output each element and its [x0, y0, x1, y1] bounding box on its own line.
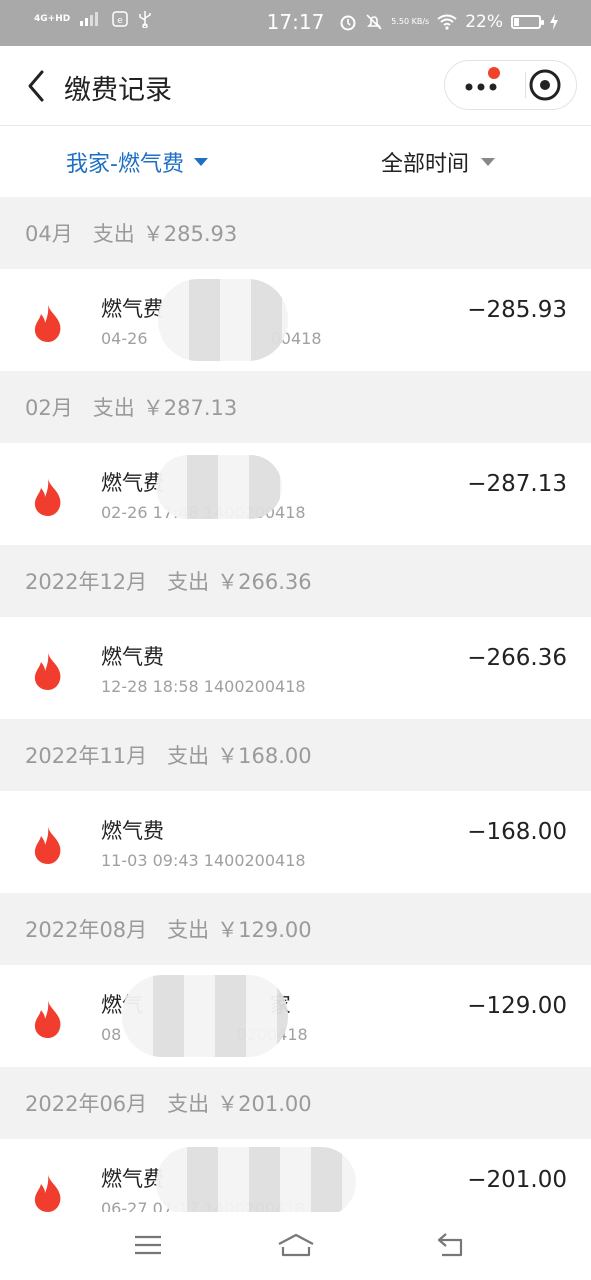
spent-label: 支出 — [167, 918, 210, 942]
more-dots-icon — [465, 83, 497, 91]
page-title: 缴费记录 — [64, 75, 172, 106]
month-total: ￥201.00 — [217, 1092, 312, 1116]
dropdown-arrow-icon — [193, 158, 208, 166]
alarm-icon — [340, 15, 356, 31]
nav-header: 缴费记录 — [0, 46, 591, 126]
month-label: 2022年11月 — [25, 744, 148, 768]
spent-label: 支出 — [167, 1092, 210, 1116]
menu-icon[interactable] — [132, 1230, 164, 1260]
month-label: 2022年06月 — [25, 1092, 148, 1116]
month-header: 2022年08月 支出 ￥129.00 — [0, 893, 591, 965]
dropdown-arrow-icon — [481, 158, 496, 166]
account-filter-label: 我家-燃气费 — [66, 152, 184, 177]
privacy-blur — [158, 279, 288, 361]
back-nav-icon[interactable] — [434, 1230, 466, 1260]
target-circle-icon — [529, 69, 561, 101]
more-button[interactable] — [445, 61, 517, 109]
status-right: 5.50 KB/s 22% — [339, 12, 559, 32]
time-filter[interactable]: 全部时间 — [381, 146, 496, 178]
record-title: 燃气费 — [101, 819, 164, 843]
privacy-blur — [156, 1147, 356, 1217]
record-item[interactable]: 燃气 家 08 0200418 −129.00 — [0, 965, 591, 1067]
battery-fill — [514, 18, 520, 26]
month-header: 02月 支出 ￥287.13 — [0, 371, 591, 443]
filter-bar: 我家-燃气费 全部时间 — [0, 126, 591, 197]
month-label: 2022年08月 — [25, 918, 148, 942]
privacy-blur — [156, 455, 282, 519]
payment-record-list: 04月 支出 ￥285.93 燃气费 04-26 00418 −285.93 0… — [0, 197, 591, 1241]
month-total: ￥285.93 — [142, 222, 238, 246]
flame-icon — [34, 1000, 61, 1038]
system-nav-bar — [0, 1212, 591, 1280]
record-item[interactable]: 燃气费 12-28 18:58 1400200418 −266.36 — [0, 617, 591, 719]
network-speed: 5.50 KB/s — [391, 17, 430, 26]
month-total: ￥129.00 — [217, 918, 312, 942]
capsule-divider — [525, 72, 526, 98]
record-amount: −168.00 — [467, 819, 567, 845]
flame-icon — [34, 826, 61, 864]
record-amount: −287.13 — [467, 471, 567, 497]
charging-icon — [550, 14, 558, 30]
record-title: 燃气费 — [101, 297, 164, 321]
month-label: 2022年12月 — [25, 570, 148, 594]
mini-program-capsule — [444, 60, 577, 110]
record-meta-text: 04-26 — [101, 329, 148, 348]
flame-icon — [34, 652, 61, 690]
month-header: 2022年11月 支出 ￥168.00 — [0, 719, 591, 791]
record-title: 燃气费 — [101, 471, 164, 495]
spent-label: 支出 — [92, 222, 135, 246]
record-item[interactable]: 燃气费 02-26 17:48 1400200418 −287.13 — [0, 443, 591, 545]
month-total: ￥168.00 — [217, 744, 312, 768]
month-header: 2022年12月 支出 ￥266.36 — [0, 545, 591, 617]
record-amount: −129.00 — [467, 993, 567, 1019]
record-item[interactable]: 燃气费 04-26 00418 −285.93 — [0, 269, 591, 371]
account-filter[interactable]: 我家-燃气费 — [66, 146, 208, 178]
record-title: 燃气费 — [101, 1167, 164, 1191]
spent-label: 支出 — [167, 570, 210, 594]
flame-icon — [34, 304, 61, 342]
privacy-blur — [122, 975, 288, 1057]
notification-badge — [488, 67, 500, 79]
record-meta-text: 08 — [101, 1025, 122, 1044]
month-label: 02月 — [25, 396, 73, 420]
spent-label: 支出 — [92, 396, 135, 420]
record-amount: −266.36 — [467, 645, 567, 671]
record-item[interactable]: 燃气费 11-03 09:43 1400200418 −168.00 — [0, 791, 591, 893]
status-bar: 4G+HD e 17:17 5.50 KB/s 22% — [0, 0, 591, 46]
time-filter-label: 全部时间 — [381, 152, 470, 177]
home-icon[interactable] — [276, 1230, 316, 1260]
flame-icon — [34, 478, 61, 516]
chevron-left-icon[interactable] — [20, 66, 56, 106]
month-header: 04月 支出 ￥285.93 — [0, 197, 591, 269]
month-label: 04月 — [25, 222, 73, 246]
record-amount: −285.93 — [467, 297, 567, 323]
month-header: 2022年06月 支出 ￥201.00 — [0, 1067, 591, 1139]
flame-icon — [34, 1174, 61, 1212]
record-amount: −201.00 — [467, 1167, 567, 1193]
record-meta: 11-03 09:43 1400200418 — [101, 851, 306, 870]
battery-percent: 22% — [465, 12, 503, 32]
record-meta: 12-28 18:58 1400200418 — [101, 677, 306, 696]
spent-label: 支出 — [167, 744, 210, 768]
close-button[interactable] — [527, 61, 577, 109]
record-title: 燃气费 — [101, 645, 164, 669]
battery-icon — [511, 15, 544, 29]
wifi-icon — [437, 14, 457, 30]
month-total: ￥266.36 — [217, 570, 312, 594]
mute-icon — [366, 14, 382, 30]
month-total: ￥287.13 — [142, 396, 238, 420]
